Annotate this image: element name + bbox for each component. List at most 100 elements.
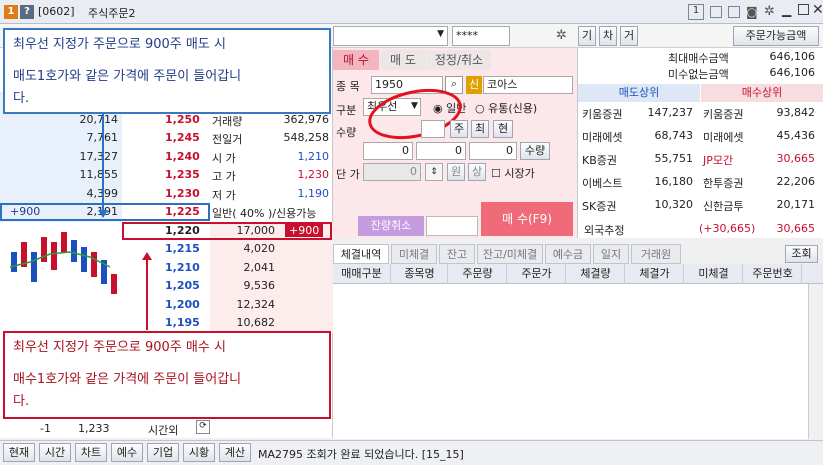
price-input[interactable]: 0 [363,163,421,181]
tab-buy[interactable]: 매 수 [333,50,379,70]
ki-button[interactable]: 기 [578,26,596,46]
market-price-checkbox[interactable]: ☐ 시장가 [491,165,535,181]
hyeon-button[interactable]: 현 [493,120,513,138]
status-button[interactable]: 기업 [147,443,179,462]
info-label: 고 가 [212,170,236,183]
account-select[interactable]: ▼ [333,26,448,46]
tab-6[interactable]: 거래원 [631,244,681,264]
info-value: 362,976 [283,112,330,126]
sell-broker-qty: 68,743 [654,129,694,142]
info-label: 시 가 [212,151,236,165]
minimize-icon[interactable]: ▁ [782,3,791,17]
amount-input-1[interactable]: 0 [363,142,413,160]
ask-row: 17,327 1,240 시 가 1,210 [0,147,333,166]
ju-button[interactable]: 주 [450,120,468,138]
tab-modify-cancel[interactable]: 정정/취소 [427,50,491,70]
lookup-button[interactable]: 조회 [785,245,818,263]
buy-callout-line3: 다. [13,394,30,409]
ask-price[interactable]: 1,250 [165,113,200,126]
buy-broker-name: 한투증권 [703,177,744,190]
column-header: 주문가 [508,264,566,284]
status-bar: MA2795 조회가 완료 되었습니다. [15_15] 현재 시간 차트 예수 기업 시… [0,440,823,465]
ask-price[interactable]: 1,245 [165,131,200,144]
refresh-icon[interactable]: ⟳ [196,420,210,434]
buy-button[interactable]: 매 수(F9) [481,202,573,236]
tab-0[interactable]: 체결내역 [333,244,389,264]
sell-callout-line1: 최우선 지정가 주문으로 900주 매도 시 [13,37,226,52]
amount-input-3[interactable]: 0 [469,142,517,160]
tab-sell[interactable]: 매 도 [380,50,426,70]
status-button[interactable]: 계산 [219,443,251,462]
candle [51,241,57,270]
qty-button[interactable]: 수량 [520,142,550,160]
tab-1[interactable]: 미체결 [391,244,437,264]
buy-broker-name: 신한금투 [703,200,744,213]
sell-broker-name: 키움증권 [582,108,623,121]
cha-button[interactable]: 차 [599,26,617,46]
margin-text: 일반( 40% )/신용가능 [212,207,317,220]
title-bar: 1 ? [0602] 주식주문2 1 ◙ ✲ ▁ ✕ [0,0,823,24]
bid-price[interactable]: 1,205 [165,279,200,292]
ask-change: +900 [10,205,41,218]
close-icon[interactable]: ✕ [812,2,823,18]
bid-qty: 4,020 [243,242,276,255]
tab-4[interactable]: 예수금 [545,244,591,264]
screenshot-icon[interactable]: ◙ [746,5,758,19]
tab-3[interactable]: 잔고/미체결 [477,244,543,264]
sell-callout-line3: 다. [13,91,30,106]
available-amount-button[interactable]: 주문가능금액 [733,26,819,46]
ask-row: 7,761 1,245 전일거 548,258 [0,129,333,148]
info-label: 저 가 [212,188,236,202]
ask-price[interactable]: 1,235 [165,168,200,181]
copy-icon[interactable] [710,6,722,18]
grid-header: 매매구분 종목명 주문량 주문가 체결량 체결가 미체결 주문번호 [333,264,823,284]
buy-broker-name: 키움증권 [703,108,744,121]
remain-cancel-button[interactable]: 잔량취소 [358,216,424,236]
won-button[interactable]: 원 [447,163,465,181]
grid-body[interactable] [333,284,823,439]
sell-callout: 최우선 지정가 주문으로 900주 매도 시 매도1호가와 같은 가격에 주문이… [3,28,331,114]
bid-price[interactable]: 1,210 [165,261,200,274]
window-code: [0602] [38,5,75,18]
candle [11,251,17,272]
candle [31,251,37,282]
app-icon: 1 [4,5,18,19]
radio-credit[interactable]: ○ 유통(신용) [475,100,537,116]
help-icon[interactable]: ? [20,5,34,19]
save-icon[interactable] [728,6,740,18]
tab-5[interactable]: 일지 [593,244,629,264]
radio-credit-label: 유통(신용) [488,102,538,115]
link-icon[interactable]: 1 [688,4,704,20]
maximize-icon[interactable] [798,4,809,15]
status-button[interactable]: 시간 [39,443,71,462]
column-header: 주문번호 [744,264,802,284]
choi-button[interactable]: 최 [471,120,489,138]
tab-2[interactable]: 잔고 [439,244,475,264]
status-button[interactable]: 시황 [183,443,215,462]
qty-input[interactable] [421,120,445,138]
bid-price[interactable]: 1,215 [165,242,200,255]
geo-button[interactable]: 거 [620,26,638,46]
price-spin-icon[interactable]: ⇕ [425,163,443,181]
candle [91,251,97,277]
sang-button[interactable]: 상 [468,163,486,181]
ask-qty: 11,855 [79,168,119,181]
status-button[interactable]: 현재 [3,443,35,462]
sell-callout-line2: 매도1호가와 같은 가격에 주문이 들어갑니 [13,69,242,84]
amount-input-2[interactable]: 0 [416,142,466,160]
settings-icon[interactable]: ✲ [556,28,567,43]
bid-price[interactable]: 1,195 [165,316,200,329]
info-value: 1,190 [297,186,330,200]
ask-price[interactable]: 1,230 [165,187,200,200]
bid-price[interactable]: 1,200 [165,298,200,311]
grid-scrollbar[interactable] [808,284,823,439]
password-input[interactable]: **** [452,26,510,46]
status-button[interactable]: 차트 [75,443,107,462]
status-button[interactable]: 예수 [111,443,143,462]
ask-qty: 20,714 [79,112,119,126]
ask-qty: 17,327 [79,149,119,163]
ask-qty: 4,399 [86,186,119,200]
candle [61,231,67,252]
gear-icon[interactable]: ✲ [764,4,775,19]
ask-price[interactable]: 1,240 [165,150,200,163]
